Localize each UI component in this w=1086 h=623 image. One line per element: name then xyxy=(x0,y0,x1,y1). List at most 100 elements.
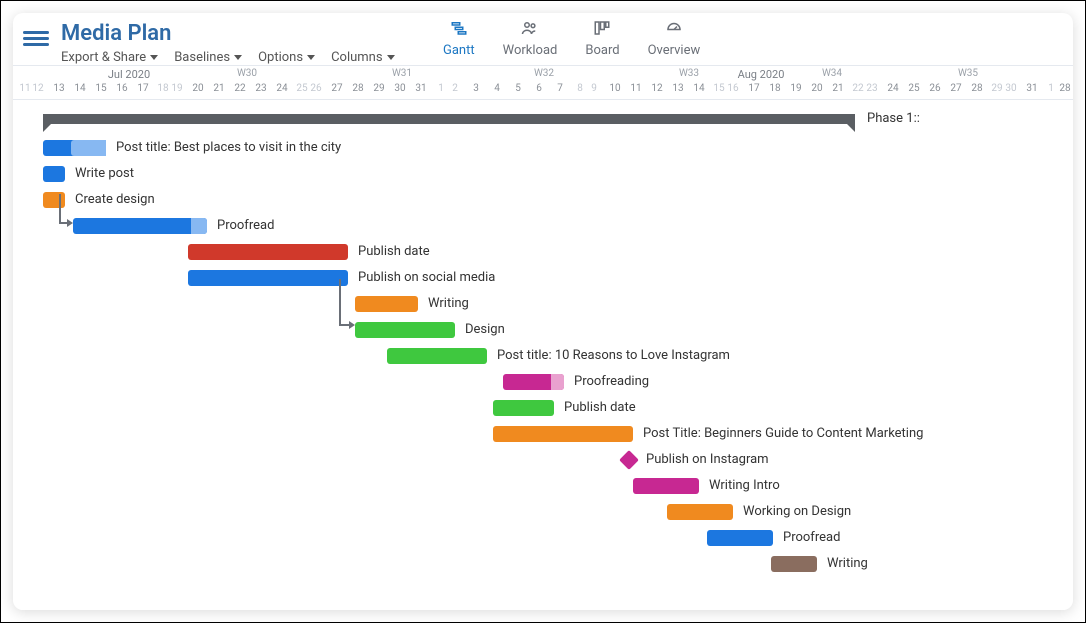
day-label: 5 xyxy=(515,83,521,94)
menu-columns[interactable]: Columns xyxy=(331,50,395,65)
tab-gantt[interactable]: Gantt xyxy=(443,19,475,69)
task-bar[interactable] xyxy=(355,322,455,338)
menu-baselines-label: Baselines xyxy=(174,50,230,65)
day-label: 12 xyxy=(32,83,43,94)
gantt-icon xyxy=(450,19,468,41)
tab-board[interactable]: Board xyxy=(585,19,619,68)
day-label: 20 xyxy=(811,83,822,94)
day-label: 17 xyxy=(748,83,759,94)
day-label: 25 xyxy=(296,83,307,94)
menu-icon[interactable] xyxy=(23,31,49,46)
week-label: W35 xyxy=(958,68,978,79)
day-label: 21 xyxy=(832,83,843,94)
day-label: 30 xyxy=(394,83,405,94)
day-label: 11 xyxy=(630,83,641,94)
day-label: 28 xyxy=(1059,83,1070,94)
day-label: 16 xyxy=(116,83,127,94)
task-bar[interactable] xyxy=(667,504,733,520)
people-icon xyxy=(521,19,539,41)
task-bar[interactable] xyxy=(387,348,487,364)
task-label: Write post xyxy=(75,166,134,181)
header: Media Plan Export & Share Baselines Opti… xyxy=(13,13,1073,66)
day-label: 27 xyxy=(331,83,342,94)
day-label: 15 xyxy=(95,83,106,94)
chevron-down-icon xyxy=(234,55,242,60)
day-label: 19 xyxy=(790,83,801,94)
day-label: 7 xyxy=(557,83,563,94)
task-bar[interactable] xyxy=(503,374,564,390)
day-label: 11 xyxy=(19,83,30,94)
task-bar[interactable] xyxy=(43,166,65,182)
day-label: 23 xyxy=(255,83,266,94)
menu-export[interactable]: Export & Share xyxy=(61,50,158,65)
tab-board-label: Board xyxy=(585,43,619,58)
tab-overview[interactable]: Overview xyxy=(648,19,701,68)
chevron-down-icon xyxy=(387,55,395,60)
task-label: Publish on social media xyxy=(358,270,495,285)
menu-options[interactable]: Options xyxy=(258,50,315,65)
day-label: 18 xyxy=(769,83,780,94)
day-label: 19 xyxy=(171,83,182,94)
week-label: W30 xyxy=(237,68,257,79)
day-label: 26 xyxy=(929,83,940,94)
menu-baselines[interactable]: Baselines xyxy=(174,50,242,65)
dependency-line xyxy=(59,194,61,222)
dashboard-icon xyxy=(665,19,683,41)
task-bar[interactable] xyxy=(188,244,348,260)
day-label: 13 xyxy=(672,83,683,94)
chevron-down-icon xyxy=(150,55,158,60)
day-label: 26 xyxy=(310,83,321,94)
task-bar[interactable] xyxy=(43,192,65,208)
task-bar[interactable] xyxy=(493,400,554,416)
task-label: Writing xyxy=(827,556,868,571)
day-label: 30 xyxy=(1005,83,1016,94)
day-label: 15 xyxy=(713,83,724,94)
day-label: 28 xyxy=(971,83,982,94)
task-bar[interactable] xyxy=(493,426,633,442)
day-label: 24 xyxy=(276,83,287,94)
week-label: W32 xyxy=(534,68,554,79)
task-label: Publish date xyxy=(564,400,636,415)
day-label: 16 xyxy=(727,83,738,94)
day-label: 24 xyxy=(887,83,898,94)
dependency-arrow xyxy=(339,324,353,326)
task-bar[interactable] xyxy=(633,478,699,494)
week-label: W31 xyxy=(392,68,412,79)
chevron-down-icon xyxy=(307,55,315,60)
day-label: 29 xyxy=(991,83,1002,94)
task-label: Proofread xyxy=(217,218,274,233)
task-label: Proofread xyxy=(783,530,840,545)
day-label: 17 xyxy=(137,83,148,94)
task-bar[interactable] xyxy=(73,218,207,234)
board-icon xyxy=(593,19,611,41)
view-tabs: Gantt Workload Board Overview xyxy=(443,19,700,68)
gantt-area[interactable]: Phase 1::Post title: Best places to visi… xyxy=(13,100,1073,610)
week-label: W33 xyxy=(679,68,699,79)
tab-workload-label: Workload xyxy=(503,43,558,58)
task-label: Working on Design xyxy=(743,504,851,519)
page-title: Media Plan xyxy=(61,21,395,46)
day-label: 14 xyxy=(74,83,85,94)
dependency-line xyxy=(339,279,341,324)
day-label: 23 xyxy=(866,83,877,94)
task-bar[interactable] xyxy=(188,270,348,286)
task-bar[interactable] xyxy=(707,530,773,546)
milestone[interactable] xyxy=(619,450,639,470)
day-label: 22 xyxy=(852,83,863,94)
day-label: 4 xyxy=(494,83,500,94)
tab-workload[interactable]: Workload xyxy=(503,19,558,68)
day-label: 25 xyxy=(908,83,919,94)
task-label: Publish on Instagram xyxy=(646,452,769,467)
day-label: 10 xyxy=(609,83,620,94)
task-label: Post title: Best places to visit in the … xyxy=(116,140,341,155)
task-bar[interactable] xyxy=(43,140,106,156)
task-label: Writing xyxy=(428,296,469,311)
task-label: Post Title: Beginners Guide to Content M… xyxy=(643,426,923,441)
task-label: Publish date xyxy=(358,244,430,259)
task-bar[interactable] xyxy=(355,296,418,312)
task-bar[interactable] xyxy=(771,556,817,572)
phase-bar[interactable] xyxy=(43,114,855,124)
task-label: Create design xyxy=(75,192,155,207)
header-menus: Export & Share Baselines Options Columns xyxy=(61,50,395,65)
day-label: 27 xyxy=(950,83,961,94)
